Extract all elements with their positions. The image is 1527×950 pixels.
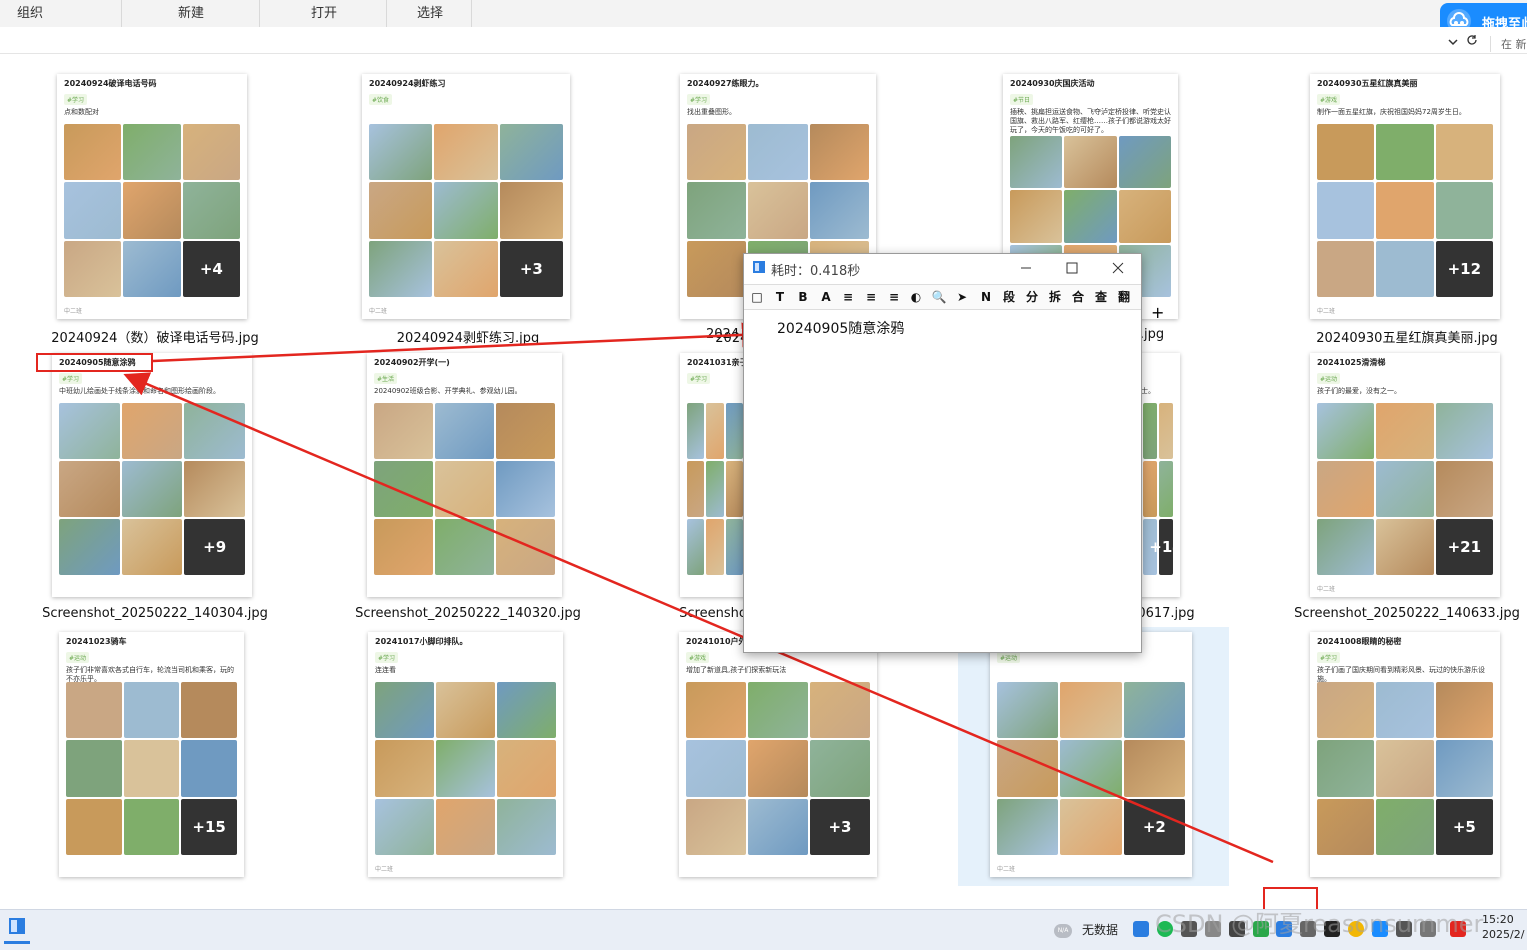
toolbar-button[interactable]: ≡	[839, 288, 857, 306]
arrow-to-popup	[152, 322, 767, 363]
toolbar-button[interactable]: 拆	[1046, 288, 1064, 306]
ocr-text[interactable]: 20240905随意涂鸦	[777, 318, 904, 338]
ocr-toolbar: □ T B A ≡ ≡ ≡ ◐ 🔍 ➤ N 段分拆合查翻	[744, 284, 1141, 310]
app-icon	[753, 261, 765, 273]
status-text: 无数据	[1082, 923, 1119, 937]
close-button[interactable]	[1103, 256, 1133, 280]
toolbar-button[interactable]: 翻	[1115, 288, 1133, 306]
clock-date: 2025/2/	[1482, 928, 1525, 941]
toolbar-button[interactable]: ≡	[885, 288, 903, 306]
annotation-box-title	[36, 353, 153, 372]
toolbar-button[interactable]: T	[771, 288, 789, 306]
minimize-button[interactable]	[1011, 256, 1041, 280]
clock[interactable]: 15:20 2025/2/	[1482, 912, 1524, 942]
toolbar-button[interactable]: 合	[1069, 288, 1087, 306]
toolbar-button[interactable]: ◐	[907, 288, 925, 306]
clock-time: 15:20	[1482, 913, 1514, 926]
toolbar-button[interactable]: B	[794, 288, 812, 306]
window-titlebar[interactable]: 耗时：0.418秒	[744, 254, 1141, 282]
toolbar-button[interactable]: 🔍	[930, 288, 948, 306]
toolbar-button[interactable]: ➤	[953, 288, 971, 306]
toolbar-button[interactable]: 查	[1092, 288, 1110, 306]
start-icon[interactable]	[7, 916, 27, 936]
window-title: 耗时：0.418秒	[771, 264, 861, 279]
toolbar-button[interactable]: A	[817, 288, 835, 306]
network-status-icon[interactable]: N/A	[1054, 924, 1072, 938]
toolbar-button[interactable]: N	[977, 288, 995, 306]
cloud-tray-icon[interactable]	[1133, 921, 1149, 937]
toolbar-button[interactable]: ≡	[862, 288, 880, 306]
toolbar-button[interactable]: 分	[1023, 288, 1041, 306]
toolbar-button[interactable]: 段	[1000, 288, 1018, 306]
active-app-indicator	[4, 941, 30, 944]
ocr-result-window: 耗时：0.418秒 □ T B A ≡ ≡ ≡ ◐ 🔍 ➤ N 段分拆合查翻 20240905随意涂鸦	[743, 253, 1142, 653]
watermark: CSDN @阿夏reasonsummer	[1155, 910, 1484, 938]
maximize-button[interactable]	[1057, 256, 1087, 280]
toolbar-button[interactable]: □	[748, 288, 766, 306]
